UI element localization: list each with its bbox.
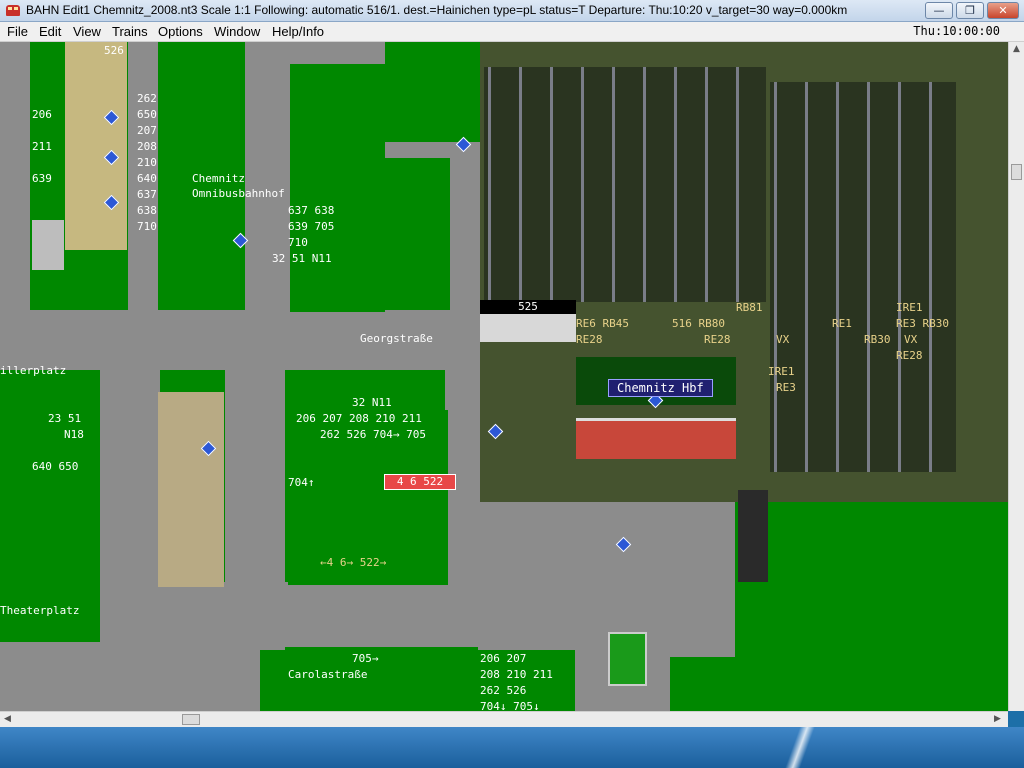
line-label: 23 51 xyxy=(48,412,82,425)
track-group-east xyxy=(770,82,956,472)
line-label: 705→ xyxy=(352,652,379,665)
rail-line-label: VX xyxy=(904,333,918,346)
place-label: Theaterplatz xyxy=(0,604,80,617)
line-label: 262 xyxy=(137,92,157,105)
vertical-scroll-thumb[interactable] xyxy=(1011,164,1022,180)
green-plot xyxy=(608,632,647,686)
line-label: 32 N11 xyxy=(352,396,392,409)
train-destination-sign[interactable]: 4 6 522 xyxy=(384,474,456,490)
place-label: Chemnitz xyxy=(192,172,245,185)
rail-line-label: IRE1 xyxy=(768,365,795,378)
rail-line-label: RB81 xyxy=(736,301,763,314)
line-label: 210 xyxy=(137,156,157,169)
horizontal-scroll-thumb[interactable] xyxy=(182,714,200,725)
line-label: 206 207 xyxy=(480,652,527,665)
line-label: 710 xyxy=(137,220,157,233)
minimize-button[interactable]: — xyxy=(925,2,953,19)
rail-line-label: RE1 xyxy=(832,317,852,330)
maximize-button[interactable]: ❐ xyxy=(956,2,984,19)
menu-help-info[interactable]: Help/Info xyxy=(272,24,324,39)
line-label: 526 xyxy=(104,44,124,57)
wallpaper-streak xyxy=(770,727,830,768)
rail-line-label: RE6 RB45 xyxy=(576,317,629,330)
horizontal-scrollbar[interactable]: ◀ ▶ xyxy=(0,711,1008,727)
station-name-label[interactable]: Chemnitz Hbf xyxy=(608,379,713,397)
rail-line-label: RE3 xyxy=(776,381,796,394)
rail-line-label: RE28 xyxy=(576,333,603,346)
station-wing xyxy=(480,314,576,342)
line-label: 639 705 xyxy=(288,220,335,233)
track-group-west xyxy=(484,67,766,302)
line-label: 650 xyxy=(137,108,157,121)
line-label: 638 xyxy=(137,204,157,217)
line-label: 640 650 xyxy=(32,460,79,473)
road-square-bottom xyxy=(100,582,575,647)
scroll-left-icon[interactable]: ◀ xyxy=(4,714,11,724)
road-top xyxy=(290,42,385,64)
close-button[interactable]: ✕ xyxy=(987,2,1019,19)
title-bar: BAHN Edit1 Chemnitz_2008.nt3 Scale 1:1 F… xyxy=(0,0,1024,22)
vertical-scrollbar[interactable]: ▲ xyxy=(1008,42,1024,711)
place-label: Omnibusbahnhof xyxy=(192,187,285,200)
line-label: 710 xyxy=(288,236,308,249)
line-label: 640 xyxy=(137,172,157,185)
road-right xyxy=(450,142,480,372)
line-label: N18 xyxy=(64,428,84,441)
rail-line-label: RE28 xyxy=(896,349,923,362)
menu-trains[interactable]: Trains xyxy=(112,24,148,39)
line-label: 206 xyxy=(32,108,52,121)
line-label: 704↑ xyxy=(288,476,315,489)
line-label: ←4 6→ 522→ xyxy=(320,556,387,569)
line-label: 208 xyxy=(137,140,157,153)
line-label: 208 210 211 xyxy=(480,668,553,681)
line-label: 639 xyxy=(32,172,52,185)
rail-line-label: RE28 xyxy=(704,333,731,346)
train-app-icon xyxy=(6,5,20,16)
line-label: 206 207 208 210 211 xyxy=(296,412,422,425)
platform-sign: 525 xyxy=(480,300,576,314)
loco-shed xyxy=(738,490,768,582)
rail-line-label: IRE1 xyxy=(896,301,923,314)
window-title: BAHN Edit1 Chemnitz_2008.nt3 Scale 1:1 F… xyxy=(26,3,848,17)
menu-edit[interactable]: Edit xyxy=(39,24,61,39)
place-label: Carolastraße xyxy=(288,668,368,681)
desktop-taskbar xyxy=(0,727,1024,768)
bus-shelter xyxy=(65,42,127,250)
road-bottom-left xyxy=(0,642,260,711)
line-label: 637 xyxy=(137,188,157,201)
hbf-building xyxy=(576,418,736,459)
scroll-up-icon[interactable]: ▲ xyxy=(1013,44,1020,54)
menu-view[interactable]: View xyxy=(73,24,101,39)
rail-line-label: 516 RB80 xyxy=(672,317,725,330)
rail-line-label: VX xyxy=(776,333,790,346)
menu-window[interactable]: Window xyxy=(214,24,260,39)
place-label: illerplatz xyxy=(0,364,67,377)
menu-bar: File Edit View Trains Options Window Hel… xyxy=(0,22,1024,42)
menu-file[interactable]: File xyxy=(7,24,28,39)
place-label: Georgstraße xyxy=(360,332,433,345)
green-island xyxy=(290,64,385,312)
line-label: 637 638 xyxy=(288,204,335,217)
track-map-canvas[interactable]: Chemnitz Omnibusbahnhof Georgstraße ille… xyxy=(0,42,1008,711)
line-label: 262 526 xyxy=(480,684,527,697)
building xyxy=(32,220,64,270)
tram-platform xyxy=(158,392,224,587)
road-vertical-2 xyxy=(245,42,290,312)
rail-line-label: RE3 RB30 xyxy=(896,317,949,330)
scroll-right-icon[interactable]: ▶ xyxy=(994,714,1001,724)
menu-options[interactable]: Options xyxy=(158,24,203,39)
line-label: 32 51 N11 xyxy=(272,252,332,265)
line-label: 207 xyxy=(137,124,157,137)
rail-line-label: RB30 xyxy=(864,333,891,346)
line-label: 262 526 704→ 705 xyxy=(320,428,426,441)
simulation-clock: Thu:10:00:00 xyxy=(913,24,1000,38)
line-label: 211 xyxy=(32,140,52,153)
road-left xyxy=(0,42,30,312)
line-label: 704↓ 705↓ xyxy=(480,700,540,711)
